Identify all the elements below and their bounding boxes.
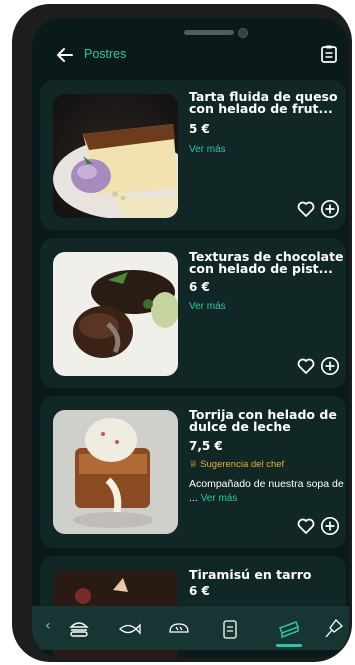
arrow-left-icon[interactable]: [56, 46, 74, 64]
page-title: Postres: [84, 47, 127, 61]
screen: Postres Tarta fluida de queso con helado…: [32, 18, 349, 658]
heart-icon[interactable]: [296, 516, 316, 536]
dish-price: 6 €: [189, 584, 210, 598]
heart-icon[interactable]: [296, 356, 316, 376]
ver-mas-link[interactable]: Ver más: [189, 301, 226, 312]
dish-price: 6 €: [189, 280, 210, 294]
dish-card[interactable]: Texturas de chocolate con helado de pist…: [40, 238, 346, 388]
header-bar: Postres: [32, 40, 349, 70]
dish-price: 5 €: [189, 122, 210, 136]
chef-hat-icon: ♕: [189, 459, 198, 470]
burger-icon[interactable]: [67, 618, 91, 640]
chevron-left-icon[interactable]: ‹: [45, 618, 51, 634]
dish-name: Tiramisú en tarro: [189, 567, 312, 582]
front-camera: [238, 28, 248, 38]
chef-suggestion-label: Sugerencia del chef: [200, 459, 285, 470]
add-circle-icon[interactable]: [320, 356, 340, 376]
add-circle-icon[interactable]: [320, 516, 340, 536]
bread-icon[interactable]: [167, 618, 191, 640]
phone-frame: Postres Tarta fluida de queso con helado…: [12, 4, 352, 662]
speaker-grille: [184, 30, 234, 35]
dish-image-cheesecake: [53, 94, 178, 218]
dish-card[interactable]: Tarta fluida de queso con helado de frut…: [40, 80, 346, 230]
dish-price: 7,5 €: [189, 439, 223, 453]
clipboard-icon[interactable]: [218, 618, 242, 640]
bottom-navigation: ‹: [32, 606, 349, 650]
dish-name: Texturas de chocolate con helado de pist…: [189, 249, 344, 276]
dish-image-torrija: [53, 410, 178, 534]
ver-mas-link[interactable]: Ver más: [201, 493, 238, 504]
clipboard-list-icon[interactable]: [319, 44, 339, 64]
dish-image-chocolate: [53, 252, 178, 376]
active-tab-indicator: [276, 644, 302, 647]
add-circle-icon[interactable]: [320, 199, 340, 219]
wine-glass-icon[interactable]: [322, 618, 346, 640]
ver-mas-link[interactable]: Ver más: [189, 144, 226, 155]
chef-suggestion-badge: ♕ Sugerencia del chef: [189, 459, 284, 470]
dish-card[interactable]: Torrija con helado de dulce de leche 7,5…: [40, 396, 346, 548]
dish-description: Acompañado de nuestra sopa de ... Ver má…: [189, 477, 349, 506]
dish-name: Tarta fluida de queso con helado de frut…: [189, 89, 338, 116]
dish-name: Torrija con helado de dulce de leche: [189, 407, 337, 434]
fish-icon[interactable]: [117, 618, 141, 640]
heart-icon[interactable]: [296, 199, 316, 219]
cake-icon[interactable]: [277, 618, 301, 640]
